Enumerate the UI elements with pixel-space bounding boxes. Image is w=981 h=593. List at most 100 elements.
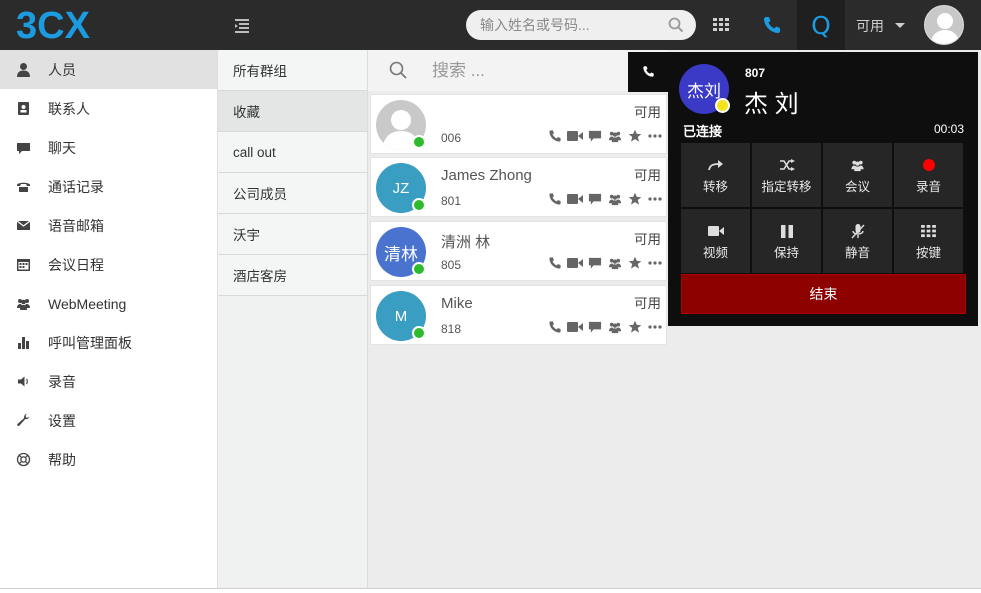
transfer-button[interactable]: 转移 <box>681 143 750 207</box>
call-timer: 00:03 <box>933 122 964 136</box>
active-call-panel: 杰刘 807 杰 刘 已连接 00:03 转移 指定转移 会议 录音 视频 保持… <box>668 52 978 326</box>
presence-dot <box>412 198 426 212</box>
status-dropdown[interactable]: 可用 <box>856 16 884 36</box>
star-icon[interactable] <box>627 129 643 143</box>
shuffle-icon <box>778 157 796 173</box>
conference-icon[interactable] <box>607 192 623 206</box>
video-icon[interactable] <box>567 320 583 334</box>
conference-icon[interactable] <box>607 256 623 270</box>
more-icon[interactable] <box>647 320 663 334</box>
call-icon[interactable] <box>547 192 563 206</box>
volume-icon <box>18 376 28 387</box>
sidebar-item-people[interactable]: 人员 <box>0 50 217 89</box>
video-icon[interactable] <box>567 192 583 206</box>
contact-status: 可用 <box>634 105 661 120</box>
chat-icon[interactable] <box>587 320 603 334</box>
mute-icon <box>849 223 867 239</box>
search-icon[interactable] <box>389 61 407 79</box>
chat-icon[interactable] <box>587 129 603 143</box>
contact-actions <box>547 256 663 270</box>
record-button[interactable]: 录音 <box>894 143 963 207</box>
keypad-button[interactable]: 按键 <box>894 209 963 273</box>
call-icon[interactable] <box>547 256 563 270</box>
sidebar-item-label: 帮助 <box>48 451 76 468</box>
sidebar-item-switchboard[interactable]: 呼叫管理面板 <box>0 323 217 362</box>
chat-icon[interactable] <box>587 256 603 270</box>
group-item[interactable]: 酒店客房 <box>218 255 367 296</box>
chevron-down-icon[interactable] <box>895 23 905 28</box>
contact-card[interactable]: JZ James Zhong 801 可用 <box>370 157 667 217</box>
sidebar-item-meetings[interactable]: 会议日程 <box>0 245 217 284</box>
contact-extension: 818 <box>441 322 462 336</box>
star-icon[interactable] <box>627 256 643 270</box>
global-search-input[interactable] <box>480 16 660 34</box>
quick-button[interactable]: Q <box>797 0 845 50</box>
contact-name: James Zhong <box>441 167 532 184</box>
hold-button[interactable]: 保持 <box>752 209 821 273</box>
call-log-icon <box>17 182 30 192</box>
presence-dot <box>412 326 426 340</box>
transfer-icon <box>707 157 725 173</box>
chat-icon[interactable] <box>587 192 603 206</box>
bar-chart-icon <box>18 337 29 349</box>
contact-card[interactable]: M Mike 818 可用 <box>370 285 667 345</box>
video-icon[interactable] <box>567 129 583 143</box>
sidebar-item-voicemail[interactable]: 语音邮箱 <box>0 206 217 245</box>
sidebar-item-chat[interactable]: 聊天 <box>0 128 217 167</box>
group-item[interactable]: call out <box>218 132 367 173</box>
search-icon[interactable] <box>668 17 684 33</box>
video-icon[interactable] <box>567 256 583 270</box>
button-label: 指定转移 <box>761 180 812 194</box>
button-label: 按键 <box>915 246 941 260</box>
presence-dot <box>412 262 426 276</box>
mute-button[interactable]: 静音 <box>823 209 892 273</box>
sidebar-item-webmeeting[interactable]: WebMeeting <box>0 284 217 323</box>
more-icon[interactable] <box>647 129 663 143</box>
conference-icon[interactable] <box>607 129 623 143</box>
call-icon[interactable] <box>547 129 563 143</box>
contact-extension: 006 <box>441 131 462 145</box>
video-button[interactable]: 视频 <box>681 209 750 273</box>
dialpad-button[interactable] <box>704 0 738 50</box>
conference-button[interactable]: 会议 <box>823 143 892 207</box>
list-search-input[interactable] <box>432 60 632 82</box>
call-tab[interactable] <box>628 52 670 92</box>
end-call-button[interactable]: 结束 <box>681 274 966 314</box>
sidebar-item-label: 设置 <box>48 412 76 429</box>
group-item[interactable]: 所有群组 <box>218 50 367 91</box>
contact-name: Mike <box>441 295 473 312</box>
contact-status: 可用 <box>634 296 661 311</box>
contact-status: 可用 <box>634 168 661 183</box>
contact-extension: 801 <box>441 194 462 208</box>
contact-actions <box>547 320 663 334</box>
chat-icon <box>17 143 30 154</box>
group-item[interactable]: 公司成员 <box>218 173 367 214</box>
menu-toggle-icon[interactable] <box>231 15 253 35</box>
more-icon[interactable] <box>647 192 663 206</box>
attended-transfer-button[interactable]: 指定转移 <box>752 143 821 207</box>
user-avatar[interactable] <box>924 5 964 45</box>
sidebar-item-recordings[interactable]: 录音 <box>0 362 217 401</box>
button-label: 转移 <box>702 180 728 194</box>
logo: 3CX <box>16 5 91 45</box>
star-icon[interactable] <box>627 192 643 206</box>
star-icon[interactable] <box>627 320 643 334</box>
sidebar-item-label: 录音 <box>48 373 76 390</box>
dialpad-icon <box>713 18 729 31</box>
sidebar-item-settings[interactable]: 设置 <box>0 401 217 440</box>
sidebar-item-help[interactable]: 帮助 <box>0 440 217 479</box>
more-icon[interactable] <box>647 256 663 270</box>
sidebar-item-contacts[interactable]: 联系人 <box>0 89 217 128</box>
group-item[interactable]: 沃宇 <box>218 214 367 255</box>
button-label: 录音 <box>915 180 941 194</box>
call-icon[interactable] <box>547 320 563 334</box>
logo-text: 3CX <box>16 5 91 45</box>
sidebar-item-call-log[interactable]: 通话记录 <box>0 167 217 206</box>
phone-button[interactable] <box>752 0 792 50</box>
contact-card[interactable]: 006 可用 <box>370 94 667 154</box>
conference-icon[interactable] <box>607 320 623 334</box>
contact-card[interactable]: 清林 清洲 林 805 可用 <box>370 221 667 281</box>
group-item[interactable]: 收藏 <box>218 91 367 132</box>
sidebar-item-label: 人员 <box>48 61 76 78</box>
group-icon <box>17 299 30 310</box>
